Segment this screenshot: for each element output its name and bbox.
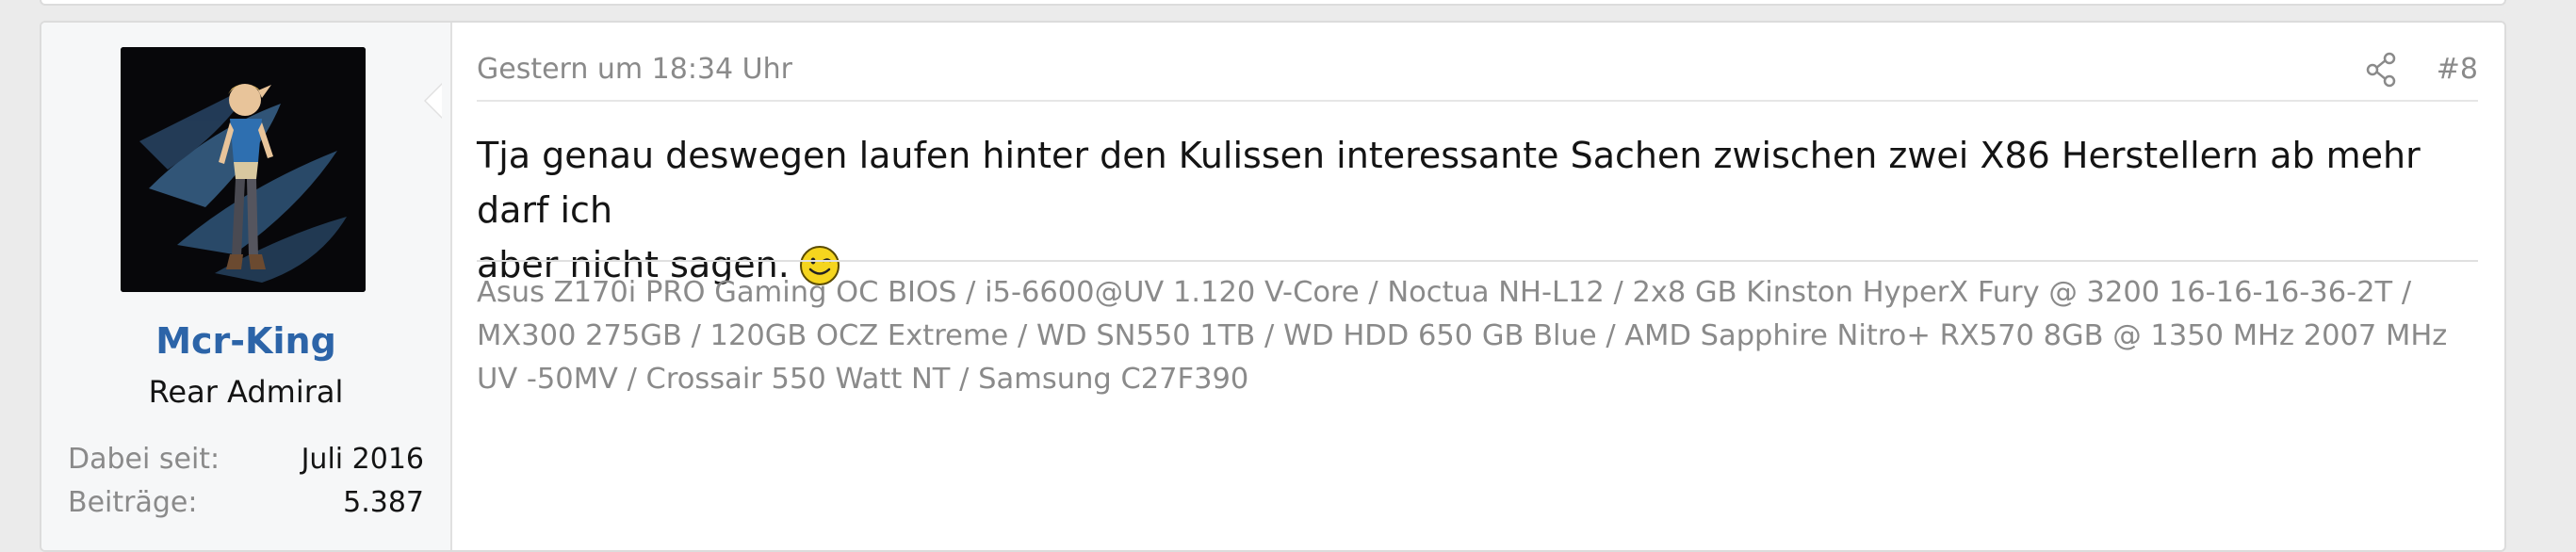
stat-label: Dabei seit:	[68, 443, 220, 476]
speech-arrow	[426, 85, 442, 117]
post-date[interactable]: Gestern um 18:34 Uhr	[477, 53, 792, 86]
post-main: Gestern um 18:34 Uhr #8 Tja genau desweg…	[477, 23, 2478, 550]
avatar[interactable]	[121, 47, 366, 292]
previous-post-edge	[40, 0, 2506, 6]
post-message: Tja genau deswegen laufen hinter den Kul…	[477, 128, 2478, 292]
forum-post: Mcr-King Rear Admiral Dabei seit: Juli 2…	[40, 21, 2506, 552]
stat-posts: Beiträge: 5.387	[68, 486, 424, 524]
user-sidebar: Mcr-King Rear Admiral Dabei seit: Juli 2…	[41, 23, 452, 550]
stat-joined: Dabei seit: Juli 2016	[68, 443, 424, 480]
avatar-image	[121, 47, 366, 292]
signature-divider	[477, 260, 2478, 262]
header-divider	[477, 100, 2478, 102]
message-line: Tja genau deswegen laufen hinter den Kul…	[477, 135, 2421, 231]
username[interactable]: Mcr-King	[41, 320, 450, 362]
user-signature: Asus Z170i PRO Gaming OC BIOS / i5-6600@…	[477, 276, 2448, 396]
stat-label: Beiträge:	[68, 486, 198, 519]
stat-value: 5.387	[343, 486, 424, 519]
stat-value: Juli 2016	[301, 443, 424, 476]
user-title: Rear Admiral	[148, 374, 344, 410]
share-icon[interactable]	[2365, 51, 2399, 89]
post-number[interactable]: #8	[2437, 53, 2478, 86]
